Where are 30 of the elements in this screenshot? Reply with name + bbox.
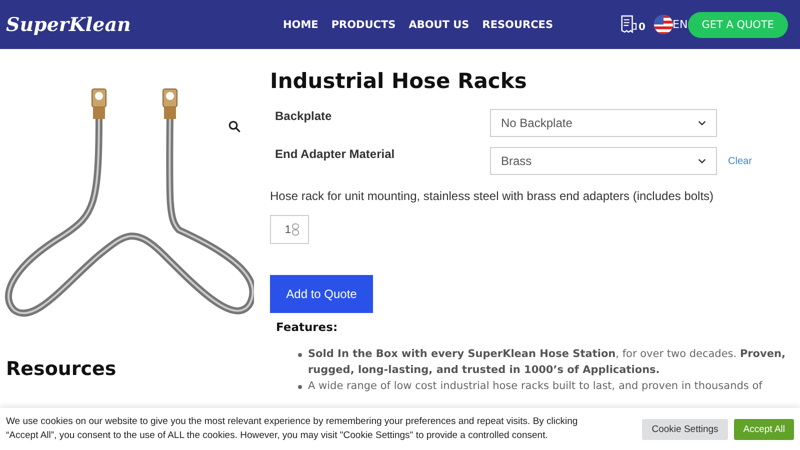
document-icon[interactable] <box>620 15 637 34</box>
feature-item: A wide range of low cost industrial hose racks built to last, and proven in thousands of <box>308 379 762 394</box>
quantity-field[interactable]: 1 <box>270 215 309 244</box>
select-dropdown[interactable]: Brass <box>490 147 717 175</box>
bullet-icon <box>298 385 302 389</box>
nav-link[interactable]: HOME <box>283 18 318 30</box>
nav-link[interactable]: PRODUCTS <box>331 18 396 30</box>
chevron-icon <box>698 120 706 126</box>
section-heading: Resources <box>6 357 118 381</box>
product-title: Industrial Hose Racks <box>270 69 528 93</box>
select-dropdown[interactable]: No Backplate <box>490 109 717 137</box>
language-label[interactable]: EN <box>672 18 688 31</box>
quote-count: 0 <box>638 22 646 32</box>
spinner-icon <box>292 223 299 236</box>
option-label: Backplate <box>274 109 333 123</box>
option-label: End Adapter Material <box>274 147 396 161</box>
cookie-text: We use cookies on our website to give you the most relevant experience by remembering your preferences and repeat visits. By clicking “Accept All”, you consent to the use of ALL the cookies. However, you may visit "Cookie Settings" to provide a controlled consent. <box>6 415 579 443</box>
product-description: Hose rack for unit mounting, stainless steel with brass end adapters (includes bolts) <box>270 189 715 203</box>
clear-link[interactable]: Clear <box>728 156 752 166</box>
nav-link[interactable]: ABOUT US <box>408 18 470 30</box>
flag-icon[interactable] <box>654 15 672 34</box>
nav-link[interactable]: RESOURCES <box>482 18 554 30</box>
add-to-quote-button[interactable]: Add to Quote <box>270 275 373 313</box>
cookie-settings-button[interactable]: Cookie Settings <box>642 418 728 440</box>
logo[interactable]: SuperKlean <box>6 14 256 36</box>
search-icon[interactable] <box>228 120 241 133</box>
feature-item: Sold In the Box with every SuperKlean Hose Station, for over two decades. Proven, rugged, long-lasting, and trusted in 1000’s of Applications. <box>308 347 786 378</box>
features-heading: Features: <box>276 320 339 334</box>
bullet-icon <box>298 353 302 357</box>
chevron-icon <box>698 158 706 164</box>
